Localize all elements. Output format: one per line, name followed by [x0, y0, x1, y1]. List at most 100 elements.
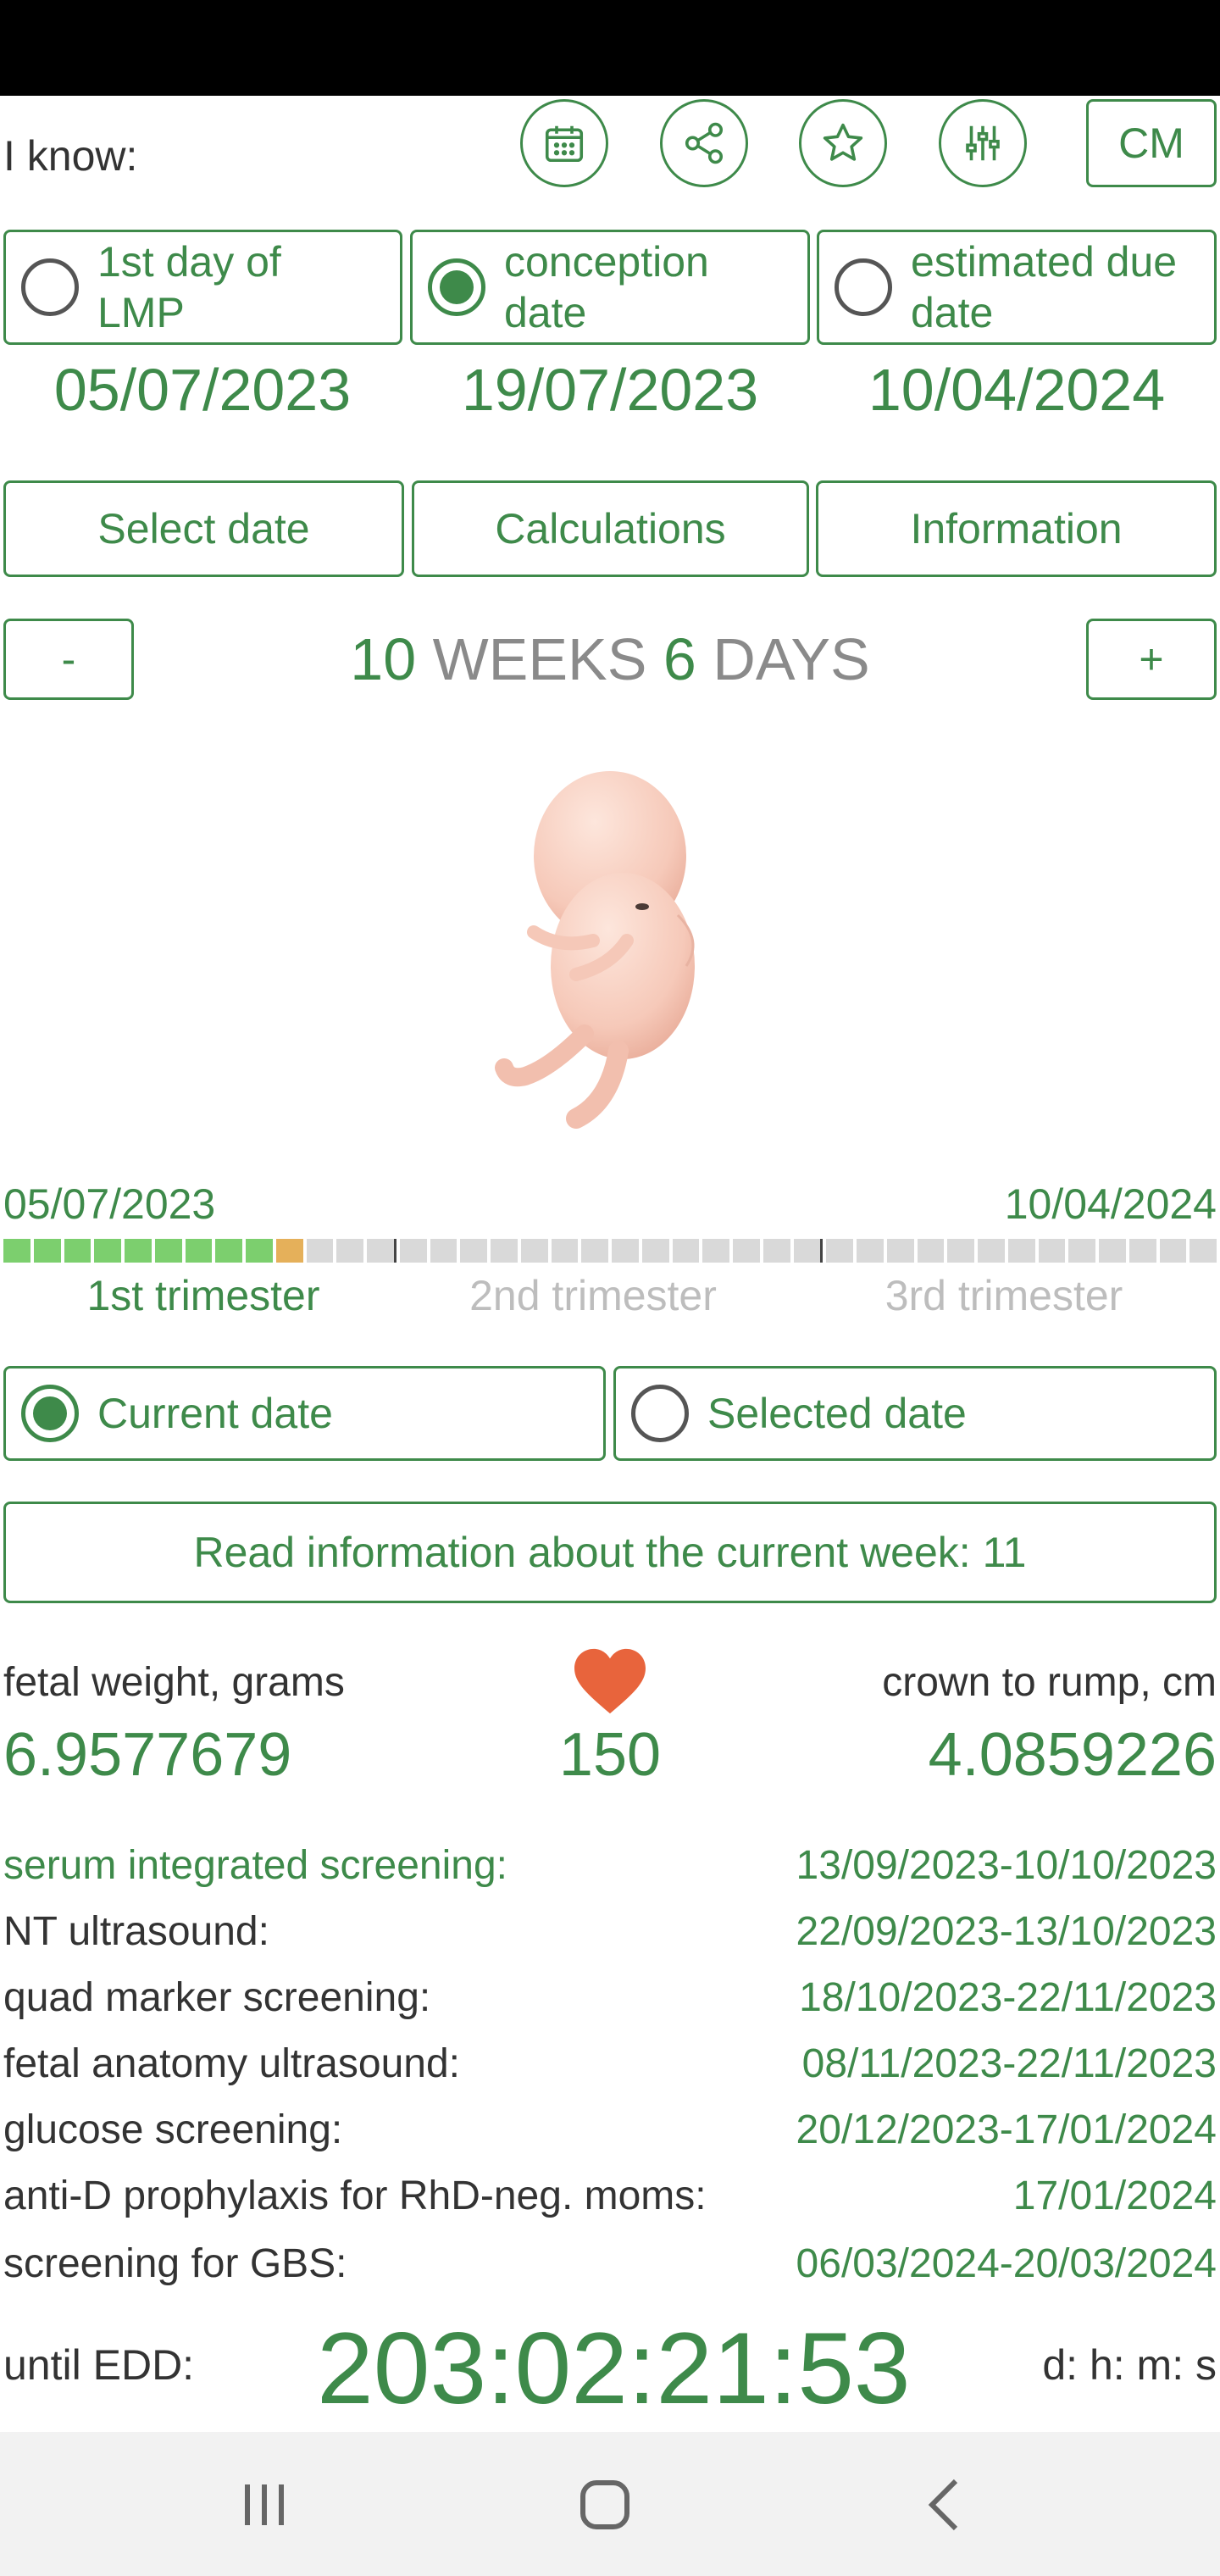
- weeks-word: WEEKS: [432, 626, 647, 692]
- screening-dates: 08/11/2023-22/11/2023: [801, 2040, 1217, 2086]
- progress-segment: [886, 1239, 914, 1263]
- crown-rump-value: 4.0859226: [928, 1721, 1217, 1789]
- navigation-bar: [0, 2432, 1220, 2576]
- previous-day-button[interactable]: -: [3, 619, 134, 700]
- calculations-button[interactable]: Calculations: [412, 480, 809, 577]
- fetal-weight-value: 6.9577679: [3, 1721, 292, 1789]
- heart-icon: [574, 1648, 646, 1714]
- screening-row: serum integrated screening: 13/09/2023-1…: [3, 1832, 1217, 1898]
- gestational-age: 10 WEEKS 6 DAYS: [169, 625, 1051, 693]
- trimester-2-label: 2nd trimester: [469, 1272, 717, 1319]
- radio-selected-date[interactable]: [631, 1385, 689, 1442]
- radio-current-date[interactable]: [21, 1385, 79, 1442]
- progress-segment: [947, 1239, 974, 1263]
- progress-segment: [702, 1239, 729, 1263]
- recent-apps-icon[interactable]: [230, 2471, 298, 2539]
- selected-date-label: Selected date: [707, 1390, 967, 1437]
- calendar-button[interactable]: [520, 99, 608, 187]
- screening-name: fetal anatomy ultrasound:: [3, 2040, 460, 2086]
- share-button[interactable]: [660, 99, 748, 187]
- equalizer-icon: [966, 125, 1000, 161]
- crown-rump-label: crown to rump, cm: [882, 1660, 1217, 1705]
- option-lmp[interactable]: 1st day of LMP: [3, 230, 402, 345]
- screening-dates: 22/09/2023-13/10/2023: [796, 1908, 1217, 1954]
- current-date-label: Current date: [97, 1390, 333, 1437]
- home-icon[interactable]: [571, 2471, 639, 2539]
- i-know-label: I know:: [3, 132, 138, 180]
- screening-row: quad marker screening: 18/10/2023-22/11/…: [3, 1964, 1217, 2030]
- progress-segment: [275, 1239, 303, 1263]
- progress-segment: [793, 1239, 824, 1263]
- progress-segment: [826, 1239, 853, 1263]
- screening-name: screening for GBS:: [3, 2240, 347, 2286]
- embryo-illustration: [495, 771, 695, 1129]
- progress-segment: [520, 1239, 548, 1263]
- fetal-weight-label: fetal weight, grams: [3, 1660, 345, 1705]
- current-date-option[interactable]: Current date: [3, 1366, 606, 1461]
- radio-conception[interactable]: [428, 258, 485, 316]
- days-number: 6: [663, 626, 696, 692]
- progress-segment: [430, 1239, 458, 1263]
- status-bar: [0, 0, 1220, 96]
- lmp-date: 05/07/2023: [53, 357, 352, 423]
- screening-name: serum integrated screening:: [3, 1842, 507, 1888]
- favorites-button[interactable]: [799, 99, 887, 187]
- edd-label: until EDD:: [3, 2341, 195, 2389]
- progress-segment: [612, 1239, 639, 1263]
- progress-segment: [336, 1239, 363, 1263]
- screening-row: screening for GBS: 06/03/2024-20/03/2024: [3, 2230, 1217, 2296]
- screening-name: glucose screening:: [3, 2107, 343, 2152]
- edd-countdown: 203:02:21:53: [317, 2312, 911, 2425]
- progress-segment: [154, 1239, 182, 1263]
- progress-segment: [581, 1239, 608, 1263]
- progress-segment: [215, 1239, 242, 1263]
- settings-button[interactable]: [939, 99, 1027, 187]
- progress-segment: [1190, 1239, 1217, 1263]
- screening-row: glucose screening: 20/12/2023-17/01/2024: [3, 2096, 1217, 2162]
- calendar-icon: [545, 125, 584, 163]
- progress-segment: [917, 1239, 945, 1263]
- radio-due-date[interactable]: [835, 258, 892, 316]
- progress-segment: [125, 1239, 152, 1263]
- progress-segment: [762, 1239, 790, 1263]
- timeline-end-date: 10/04/2024: [1004, 1180, 1217, 1228]
- option-conception[interactable]: conception date: [410, 230, 810, 345]
- progress-segment: [399, 1239, 427, 1263]
- unit-toggle-button[interactable]: CM: [1086, 99, 1217, 187]
- progress-segment: [94, 1239, 121, 1263]
- timeline-start-date: 05/07/2023: [3, 1180, 216, 1228]
- screening-dates: 17/01/2024: [1012, 2173, 1217, 2218]
- screening-name: quad marker screening:: [3, 1974, 431, 2020]
- progress-segment: [672, 1239, 700, 1263]
- read-week-info-button[interactable]: Read information about the current week:…: [3, 1502, 1217, 1603]
- progress-segment: [3, 1239, 30, 1263]
- next-day-button[interactable]: +: [1086, 619, 1217, 700]
- progress-segment: [1007, 1239, 1035, 1263]
- select-date-button[interactable]: Select date: [3, 480, 404, 577]
- pregnancy-progress-bar: [3, 1239, 1217, 1263]
- progress-segment: [551, 1239, 579, 1263]
- progress-segment: [491, 1239, 518, 1263]
- screening-dates: 06/03/2024-20/03/2024: [796, 2240, 1217, 2286]
- option-lmp-label: 1st day of LMP: [97, 238, 281, 336]
- trimester-3-label: 3rd trimester: [884, 1272, 1123, 1319]
- progress-segment: [1068, 1239, 1095, 1263]
- progress-segment: [1099, 1239, 1126, 1263]
- screening-name: anti-D prophylaxis for RhD-neg. moms:: [3, 2173, 707, 2218]
- option-due-date-label: estimated due date: [911, 238, 1178, 336]
- edd-unit: d: h: m: s: [1042, 2341, 1217, 2389]
- progress-segment: [641, 1239, 669, 1263]
- days-word: DAYS: [713, 626, 870, 692]
- information-button[interactable]: Information: [816, 480, 1217, 577]
- trimester-1-label: 1st trimester: [86, 1272, 320, 1319]
- progress-segment: [1159, 1239, 1187, 1263]
- option-due-date[interactable]: estimated due date: [817, 230, 1217, 345]
- screening-row: NT ultrasound: 22/09/2023-13/10/2023: [3, 1898, 1217, 1964]
- progress-segment: [978, 1239, 1005, 1263]
- progress-segment: [64, 1239, 92, 1263]
- selected-date-option[interactable]: Selected date: [613, 1366, 1217, 1461]
- progress-segment: [246, 1239, 273, 1263]
- back-icon[interactable]: [912, 2471, 979, 2539]
- radio-lmp[interactable]: [21, 258, 79, 316]
- heart-rate-value: 150: [558, 1721, 662, 1789]
